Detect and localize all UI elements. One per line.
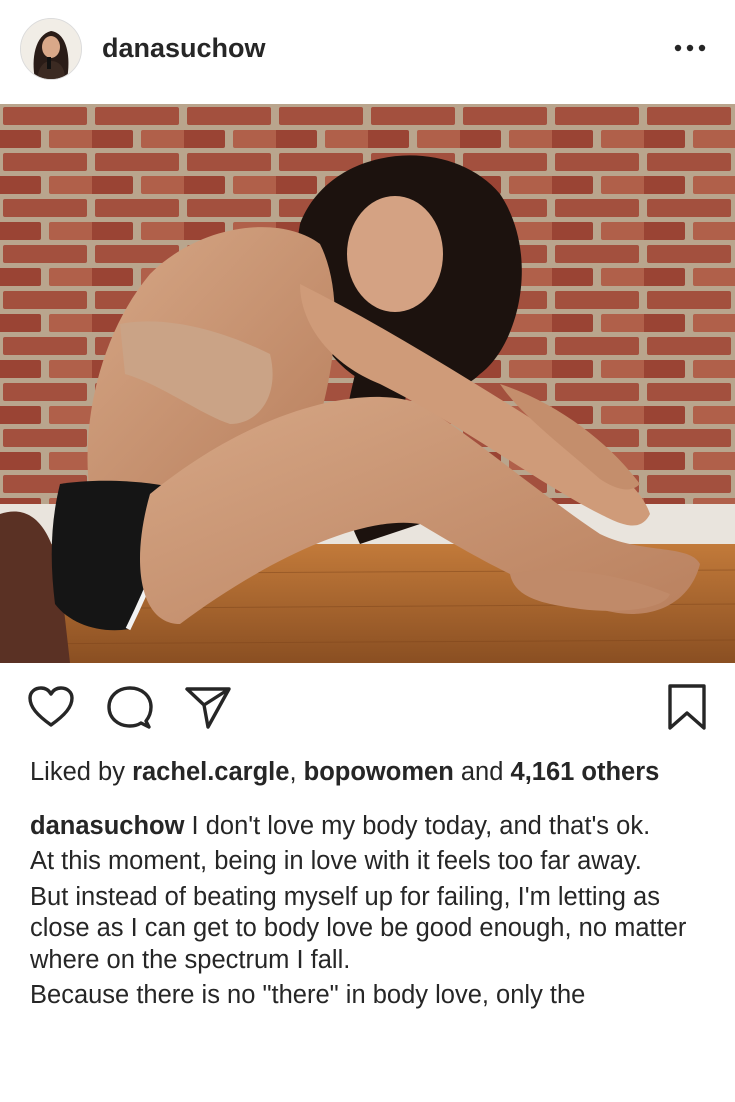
- send-icon: [185, 687, 231, 729]
- heart-icon: [28, 686, 74, 727]
- post-photo[interactable]: [0, 104, 735, 663]
- likes-count[interactable]: 4,161 others: [511, 758, 660, 786]
- avatar[interactable]: [20, 18, 82, 80]
- likes-summary: Liked by rachel.cargle, bopowomen and 4,…: [30, 757, 720, 789]
- bookmark-icon: [668, 684, 706, 730]
- likes-separator: ,: [289, 758, 297, 786]
- caption-line: Because there is no "there" in body love…: [30, 981, 586, 1009]
- liker-username[interactable]: rachel.cargle: [132, 758, 289, 786]
- caption-line: But instead of beating myself up for fai…: [30, 882, 687, 974]
- comment-button[interactable]: [107, 685, 153, 736]
- caption-line: At this moment, being in love with it fe…: [30, 847, 642, 875]
- more-horizontal-icon: [674, 44, 706, 52]
- avatar-portrait-icon: [21, 19, 81, 79]
- action-bar: [0, 663, 735, 755]
- comment-icon: [107, 686, 153, 729]
- liker-username[interactable]: bopowomen: [304, 758, 454, 786]
- caption-text: I don't love my body today, and that's o…: [191, 811, 651, 840]
- save-button[interactable]: [666, 683, 708, 736]
- like-button[interactable]: [27, 685, 75, 734]
- post-caption: danasuchow I don't love my body today, a…: [30, 811, 720, 1012]
- post-header: danasuchow: [0, 0, 735, 104]
- more-options-button[interactable]: [673, 36, 707, 60]
- caption-username[interactable]: danasuchow: [30, 812, 184, 840]
- likes-prefix: Liked by: [30, 758, 125, 786]
- share-button[interactable]: [184, 685, 232, 736]
- post-text: Liked by rachel.cargle, bopowomen and 4,…: [30, 755, 720, 1016]
- likes-and: and: [460, 758, 504, 786]
- caption-line: danasuchow I don't love my body today, a…: [30, 811, 720, 843]
- post-username[interactable]: danasuchow: [102, 33, 266, 64]
- post-image: [0, 104, 735, 663]
